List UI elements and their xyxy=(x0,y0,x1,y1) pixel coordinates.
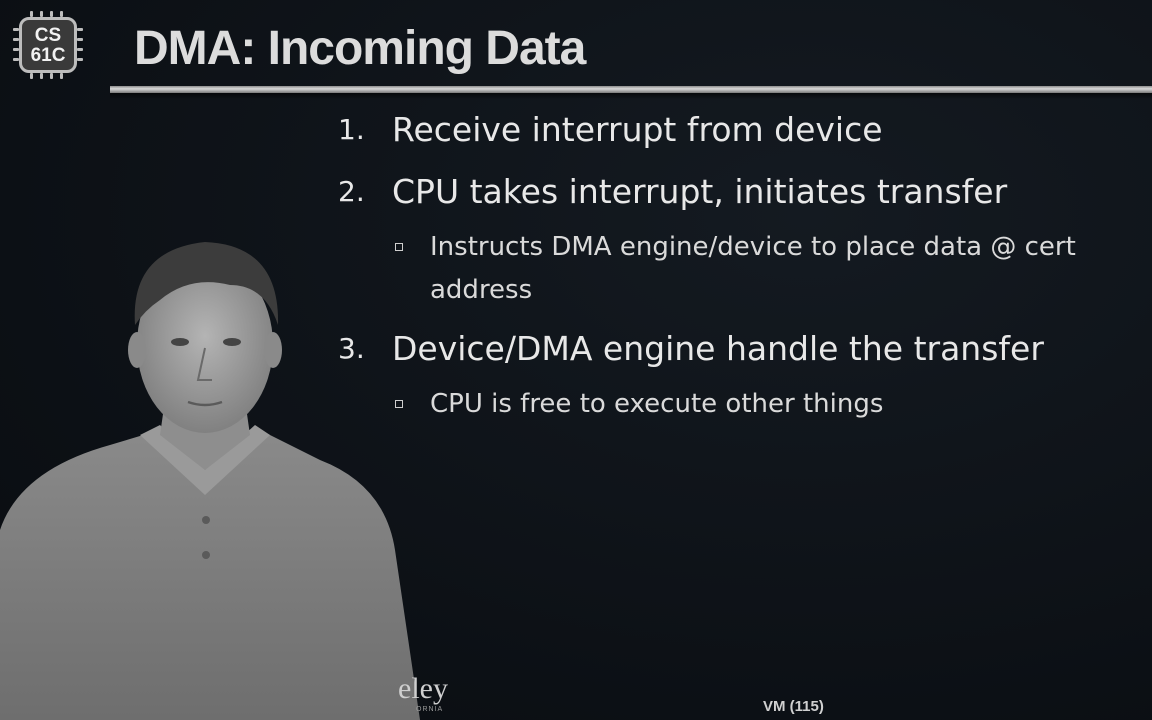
speaker-video-overlay xyxy=(0,242,420,720)
berkeley-logo-subtext: ORNIA xyxy=(416,706,444,713)
item-1-text: Receive interrupt from device xyxy=(392,110,883,149)
slide-page-number: VM (115) xyxy=(763,698,824,715)
item-3-text: Device/DMA engine handle the transfer xyxy=(392,329,1044,368)
logo-line-1: CS xyxy=(34,25,62,46)
item-2-sub-1-line-1: Instructs DMA engine/device to place dat… xyxy=(430,232,1076,262)
item-3-sub-1-line-1: CPU is free to execute other things xyxy=(430,389,884,419)
slide-title: DMA: Incoming Data xyxy=(134,22,586,75)
logo-line-2: 61C xyxy=(30,45,66,66)
item-2-text: CPU takes interrupt, initiates transfer xyxy=(392,172,1008,211)
item-2-sub-1-line-2: address xyxy=(430,275,533,305)
title-rule xyxy=(110,86,1152,93)
logo-chip: CS 61C xyxy=(19,17,77,73)
title-rule-shadow xyxy=(110,93,1152,99)
cs61c-logo: CS 61C xyxy=(10,8,88,84)
slide: CS 61C DMA: Incoming Data 1. Receive int… xyxy=(0,0,1152,720)
item-2-number: 2. xyxy=(338,175,365,208)
item-1-number: 1. xyxy=(338,113,365,146)
berkeley-logo-text: eley xyxy=(398,672,448,705)
